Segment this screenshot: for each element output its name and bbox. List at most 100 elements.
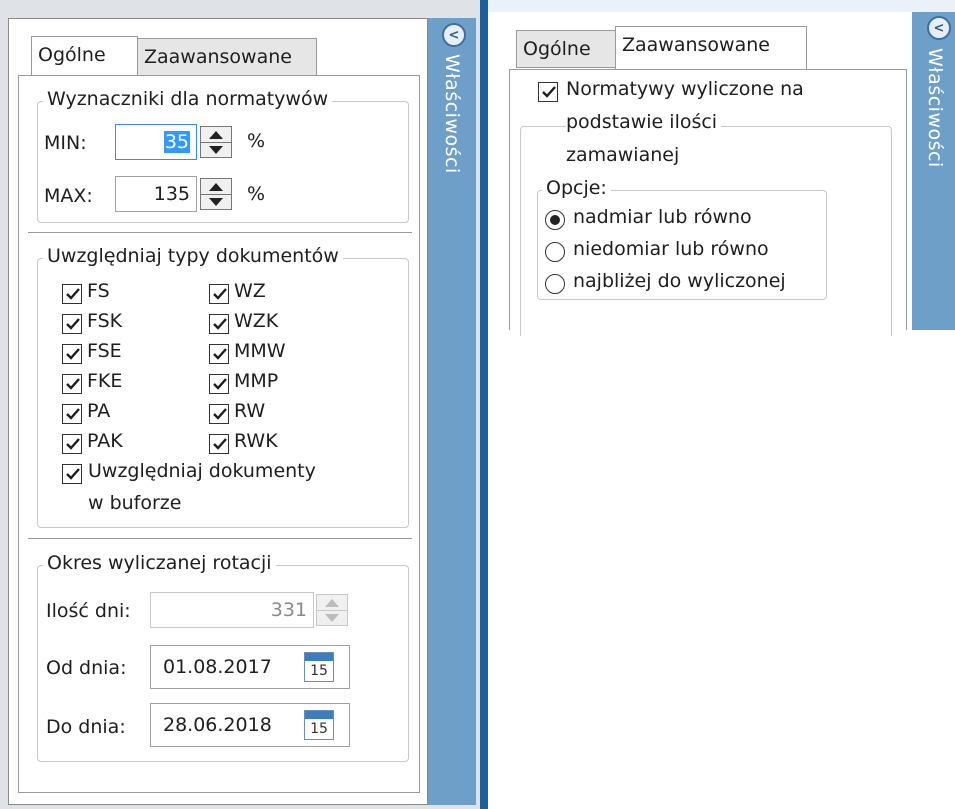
checkmark-icon (213, 288, 227, 300)
stepper-down-icon[interactable] (201, 142, 231, 157)
doc-type-label: WZ (234, 280, 266, 302)
doc-type-label: FSK (87, 310, 123, 332)
doc-type-checkbox[interactable] (62, 344, 82, 364)
typy-title: Uwzględniaj typy dokumentów (43, 245, 343, 267)
separator (28, 538, 412, 539)
right-panel-header (488, 0, 955, 12)
doc-type-label: RWK (234, 430, 278, 452)
max-unit: % (247, 183, 266, 205)
option-radio[interactable] (545, 274, 565, 294)
option-label: nadmiar lub równo (573, 206, 752, 228)
checkmark-icon (66, 408, 80, 420)
sidebar-label: Właściwości (924, 48, 946, 168)
max-input[interactable]: 135 (115, 176, 197, 212)
doc-type-checkbox[interactable] (209, 284, 229, 304)
separator (28, 232, 412, 233)
checkmark-icon (66, 378, 80, 390)
doc-type-label: MMP (234, 370, 279, 392)
bufor-checkbox[interactable] (62, 464, 82, 484)
tab-ogolne[interactable]: Ogólne (516, 30, 616, 68)
okres-title: Okres wyliczanej rotacji (43, 552, 276, 574)
chevron-left-icon[interactable]: < (927, 16, 951, 40)
bufor-label-line1: Uwzględniaj dokumenty (88, 460, 316, 482)
doc-type-checkbox[interactable] (62, 284, 82, 304)
calendar-icon[interactable]: 15 (304, 710, 334, 740)
min-value: 35 (163, 131, 190, 153)
checkmark-icon (213, 348, 227, 360)
option-label: niedomiar lub równo (573, 238, 769, 260)
checkmark-icon (66, 438, 80, 450)
normatywy-checkbox[interactable] (538, 82, 558, 102)
tab-label: Ogólne (38, 44, 106, 66)
stepper-down-icon[interactable] (201, 194, 231, 209)
doc-type-checkbox[interactable] (209, 434, 229, 454)
checkmark-icon (66, 288, 80, 300)
tab-label: Ogólne (523, 38, 591, 60)
normatywy-label-line1: Normatywy wyliczone na (566, 78, 804, 100)
doc-type-label: MMW (234, 340, 286, 362)
opcje-title: Opcje: (542, 177, 611, 199)
wyznaczniki-title: Wyznaczniki dla normatywów (43, 88, 333, 110)
tab-label: Zaawansowane (144, 46, 292, 68)
doc-type-checkbox[interactable] (62, 404, 82, 424)
tab-ogolne[interactable]: Ogólne (31, 36, 138, 76)
checkmark-icon (213, 378, 227, 390)
bufor-label-line2: w buforze (88, 492, 182, 514)
calendar-day: 15 (310, 721, 328, 737)
checkmark-icon (66, 468, 80, 480)
max-label: MAX: (44, 185, 93, 207)
doc-type-label: FKE (87, 370, 123, 392)
stepper-down-icon (317, 610, 347, 625)
do-dnia-value: 28.06.2018 (163, 714, 272, 736)
tab-zaawansowane[interactable]: Zaawansowane (137, 38, 317, 76)
doc-type-checkbox[interactable] (209, 404, 229, 424)
doc-type-checkbox[interactable] (209, 344, 229, 364)
ilosc-dni-value: 331 (270, 599, 307, 621)
doc-type-checkbox[interactable] (62, 374, 82, 394)
option-radio[interactable] (545, 242, 565, 262)
chevron-left-icon[interactable]: < (442, 23, 466, 47)
checkmark-icon (213, 318, 227, 330)
checkmark-icon (213, 408, 227, 420)
radio-selected-dot (550, 215, 560, 225)
normatywy-label-line3: zamawianej (566, 144, 680, 166)
tab-zaawansowane[interactable]: Zaawansowane (615, 26, 807, 70)
checkmark-icon (542, 86, 556, 98)
min-label: MIN: (44, 132, 87, 154)
max-value: 135 (153, 183, 190, 205)
panel-divider (480, 0, 488, 809)
min-input[interactable]: 35 (115, 124, 197, 160)
doc-type-label: FSE (87, 340, 122, 362)
ilosc-dni-label: Ilość dni: (46, 600, 131, 622)
doc-type-label: WZK (234, 310, 279, 332)
doc-type-checkbox[interactable] (62, 314, 82, 334)
ilosc-dni-input: 331 (150, 592, 314, 628)
min-stepper[interactable] (200, 126, 232, 158)
min-unit: % (247, 130, 266, 152)
calendar-day: 15 (310, 663, 328, 679)
doc-type-checkbox[interactable] (62, 434, 82, 454)
doc-type-label: RW (234, 400, 266, 422)
checkmark-icon (66, 318, 80, 330)
doc-type-label: PA (87, 400, 111, 422)
doc-type-label: PAK (87, 430, 123, 452)
do-dnia-label: Do dnia: (46, 716, 126, 738)
max-stepper[interactable] (200, 178, 232, 210)
stepper-up-icon (317, 595, 347, 611)
checkmark-icon (66, 348, 80, 360)
od-dnia-label: Od dnia: (46, 657, 127, 679)
doc-type-label: FS (87, 280, 110, 302)
normatywy-label-line2: podstawie ilości (566, 111, 722, 133)
doc-type-checkbox[interactable] (209, 374, 229, 394)
calendar-icon[interactable]: 15 (304, 652, 334, 682)
stepper-up-icon[interactable] (201, 179, 231, 195)
ilosc-dni-stepper (316, 594, 348, 626)
tab-label: Zaawansowane (622, 34, 770, 56)
stepper-up-icon[interactable] (201, 127, 231, 143)
checkmark-icon (213, 438, 227, 450)
option-radio[interactable] (545, 210, 565, 230)
option-label: najbliżej do wyliczonej (573, 270, 786, 292)
sidebar-label: Właściwości (441, 54, 463, 174)
doc-type-checkbox[interactable] (209, 314, 229, 334)
od-dnia-value: 01.08.2017 (163, 656, 272, 678)
